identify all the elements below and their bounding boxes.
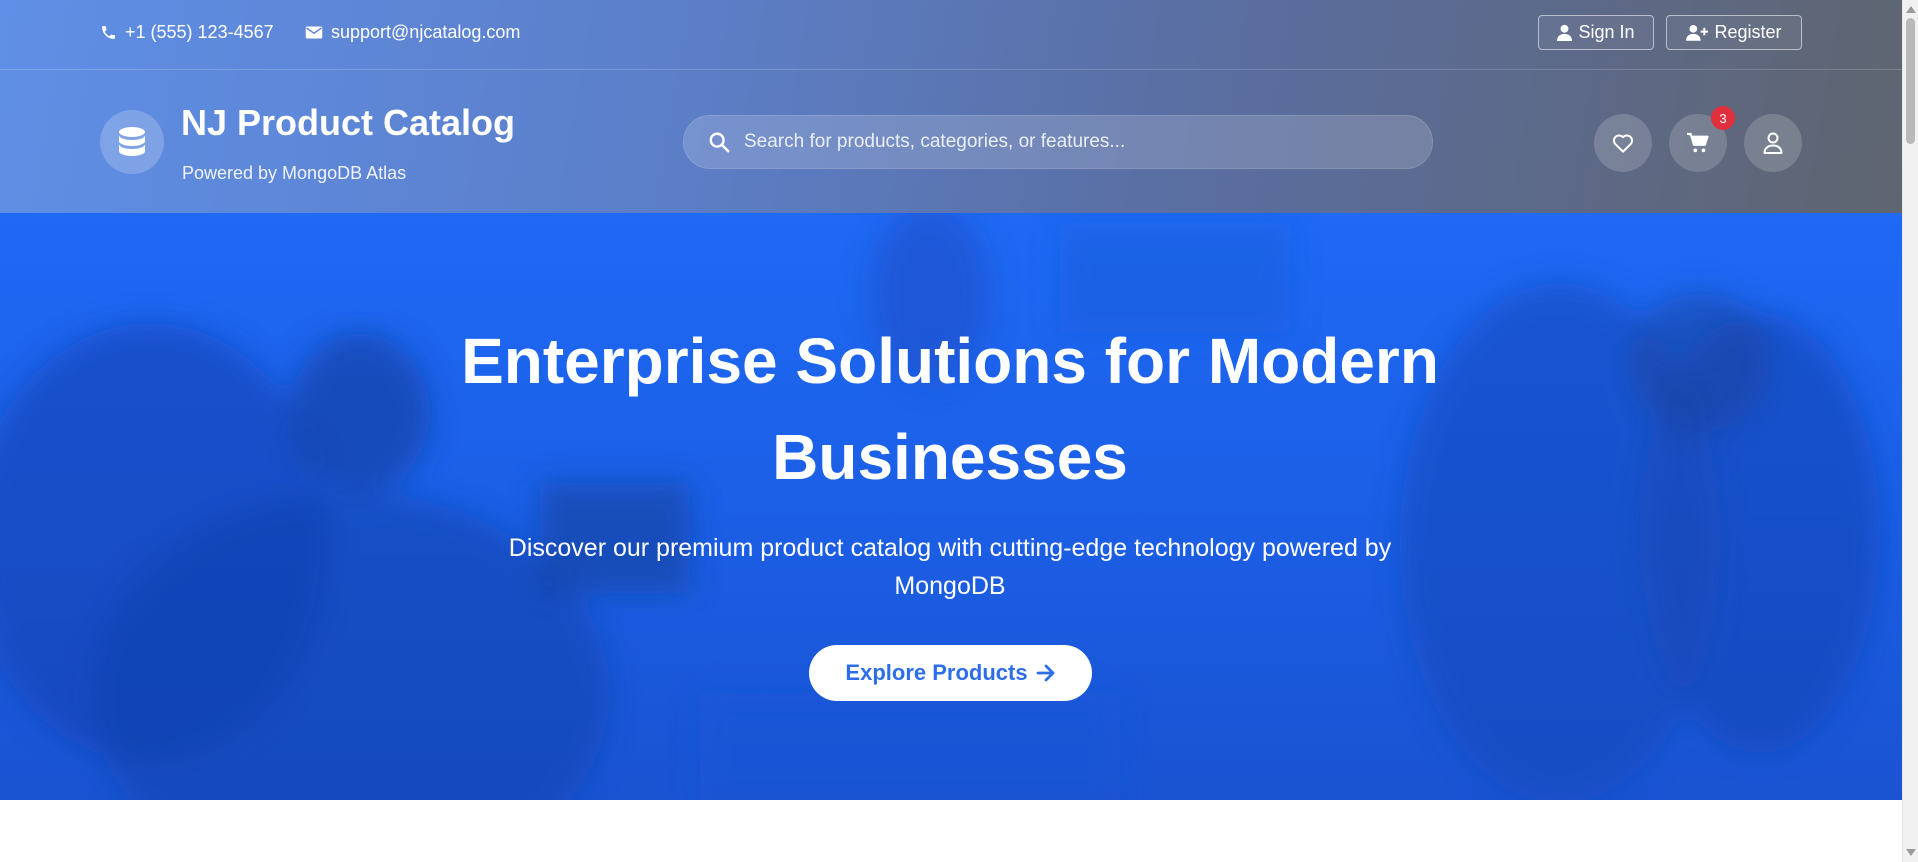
- hero-title: Enterprise Solutions for Modern Business…: [461, 325, 1439, 493]
- database-icon: [119, 127, 145, 156]
- user-plus-icon: [1686, 24, 1709, 41]
- hero-background-image: [0, 213, 1880, 800]
- cart-count-badge: 3: [1711, 106, 1735, 130]
- scroll-up-arrow-icon[interactable]: [1906, 6, 1916, 13]
- heart-icon: [1612, 134, 1634, 153]
- search-bar: [683, 115, 1433, 169]
- hero-subtitle: Discover our premium product catalog wit…: [508, 534, 1392, 600]
- brand-subtitle: Powered by MongoDB Atlas: [182, 163, 407, 183]
- register-button[interactable]: Register: [1666, 15, 1802, 50]
- scrollbar-thumb[interactable]: [1906, 18, 1915, 144]
- contact-email[interactable]: support@njcatalog.com: [305, 22, 520, 43]
- user-icon: [1763, 132, 1783, 154]
- envelope-icon: [305, 26, 323, 39]
- account-button[interactable]: [1744, 114, 1802, 172]
- sign-in-label: Sign In: [1578, 22, 1635, 42]
- phone-icon: [102, 26, 115, 39]
- hero-section: Enterprise Solutions for Modern Business…: [0, 213, 1902, 800]
- brand-title[interactable]: NJ Product Catalog: [181, 102, 515, 144]
- search-icon: [709, 132, 730, 153]
- vertical-scrollbar[interactable]: [1902, 0, 1918, 862]
- brand-logo[interactable]: [100, 110, 164, 174]
- cart-icon: [1687, 132, 1709, 153]
- wishlist-button[interactable]: [1594, 114, 1652, 172]
- cart-button[interactable]: 3: [1669, 106, 1735, 172]
- contact-phone[interactable]: +1 (555) 123-4567: [100, 22, 274, 43]
- scroll-down-arrow-icon[interactable]: [1906, 849, 1916, 856]
- user-icon: [1557, 24, 1573, 41]
- top-bar: +1 (555) 123-4567 support@njcatalog.com …: [0, 0, 1902, 70]
- page: +1 (555) 123-4567 support@njcatalog.com …: [0, 0, 1918, 862]
- explore-products-button[interactable]: Explore Products: [809, 645, 1092, 701]
- brand-bar: NJ Product Catalog Powered by MongoDB At…: [0, 70, 1902, 213]
- register-label: Register: [1714, 22, 1782, 42]
- email-address: support@njcatalog.com: [331, 22, 521, 42]
- phone-number: +1 (555) 123-4567: [125, 22, 274, 42]
- arrow-right-icon: [1036, 664, 1054, 682]
- sign-in-button[interactable]: Sign In: [1538, 15, 1654, 50]
- site-header: +1 (555) 123-4567 support@njcatalog.com …: [0, 0, 1902, 213]
- search-input[interactable]: [744, 116, 1432, 168]
- explore-products-label: Explore Products: [845, 660, 1028, 685]
